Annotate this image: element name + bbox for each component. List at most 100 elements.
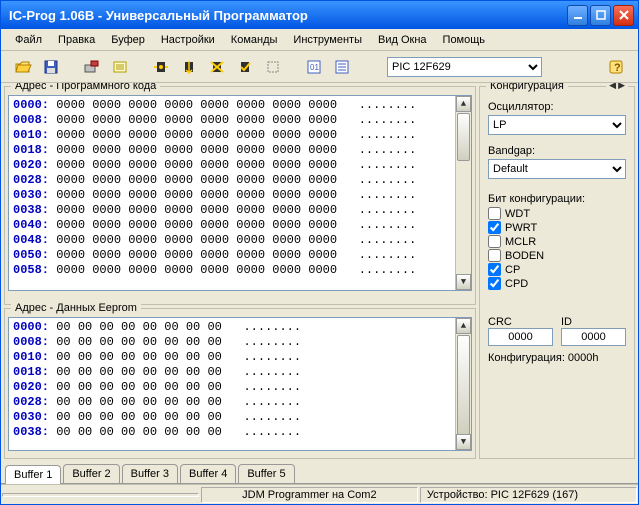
config-bit-checkbox[interactable]	[488, 235, 501, 248]
hex-row[interactable]: 0030: 0000 0000 0000 0000 0000 0000 0000…	[13, 188, 467, 203]
titlebar[interactable]: IC-Prog 1.06B - Универсальный Программат…	[1, 1, 638, 29]
hex-row[interactable]: 0020: 00 00 00 00 00 00 00 00 ........	[13, 380, 467, 395]
hex-row[interactable]: 0030: 00 00 00 00 00 00 00 00 ........	[13, 410, 467, 425]
program-scrollbar[interactable]: ▲▼	[455, 96, 471, 290]
verify-chip-icon[interactable]	[233, 55, 257, 79]
settings-icon[interactable]	[80, 55, 104, 79]
hex-row[interactable]: 0018: 0000 0000 0000 0000 0000 0000 0000…	[13, 143, 467, 158]
config-bit-cp[interactable]: CP	[488, 263, 626, 276]
menu-buffer[interactable]: Буфер	[103, 32, 153, 48]
hex-row[interactable]: 0010: 00 00 00 00 00 00 00 00 ........	[13, 350, 467, 365]
program-hex-pane[interactable]: ▲▼ 0000: 0000 0000 0000 0000 0000 0000 0…	[8, 95, 472, 291]
svg-text:?: ?	[614, 62, 621, 74]
config-bit-checkbox[interactable]	[488, 263, 501, 276]
buffer-tab-2[interactable]: Buffer 2	[63, 464, 119, 483]
hex-row[interactable]: 0040: 0000 0000 0000 0000 0000 0000 0000…	[13, 218, 467, 233]
config-footer: Конфигурация: 0000h	[488, 352, 626, 364]
config-bit-label: CPD	[505, 278, 528, 290]
buffer-tab-1[interactable]: Buffer 1	[5, 465, 61, 484]
config-bit-pwrt[interactable]: PWRT	[488, 221, 626, 234]
config-bit-label: CP	[505, 264, 520, 276]
menu-edit[interactable]: Правка	[50, 32, 103, 48]
blank-check-icon[interactable]	[261, 55, 285, 79]
config-bit-checkbox[interactable]	[488, 277, 501, 290]
options-icon[interactable]	[108, 55, 132, 79]
eeprom-hex-pane[interactable]: ▲▼ 0000: 00 00 00 00 00 00 00 00 .......…	[8, 317, 472, 451]
config-bit-label: PWRT	[505, 222, 537, 234]
program-groupbox: Адрес - Программного кода ▲▼ 0000: 0000 …	[4, 86, 476, 305]
open-icon[interactable]	[11, 55, 35, 79]
menu-file[interactable]: Файл	[7, 32, 50, 48]
read-chip-icon[interactable]	[149, 55, 173, 79]
nav-next-icon[interactable]: ▶	[618, 83, 625, 91]
config-bit-checkbox[interactable]	[488, 249, 501, 262]
oscillator-select[interactable]: LP	[488, 115, 626, 135]
buffer-tabs: Buffer 1 Buffer 2 Buffer 3 Buffer 4 Buff…	[1, 462, 638, 484]
hex-row[interactable]: 0000: 0000 0000 0000 0000 0000 0000 0000…	[13, 98, 467, 113]
config-bits-label: Бит конфигурации:	[488, 193, 626, 205]
help-icon[interactable]: ?	[604, 55, 628, 79]
buffer-tab-5[interactable]: Buffer 5	[238, 464, 294, 483]
hex-row[interactable]: 0050: 0000 0000 0000 0000 0000 0000 0000…	[13, 248, 467, 263]
program-title: Адрес - Программного кода	[11, 83, 160, 92]
config-bit-wdt[interactable]: WDT	[488, 207, 626, 220]
crc-input[interactable]	[488, 328, 553, 346]
config-title: Конфигурация	[486, 83, 568, 92]
config-bit-label: BODEN	[505, 250, 544, 262]
menu-tools[interactable]: Инструменты	[285, 32, 370, 48]
buffer-tab-3[interactable]: Buffer 3	[122, 464, 178, 483]
id-label: ID	[561, 316, 626, 328]
statusbar: JDM Programmer на Com2 Устройство: PIC 1…	[1, 484, 638, 504]
maximize-button[interactable]	[590, 5, 611, 26]
svg-text:01: 01	[310, 63, 319, 72]
config-nav[interactable]: ◀▶	[606, 83, 628, 91]
config-bit-checkbox[interactable]	[488, 221, 501, 234]
status-left	[2, 493, 199, 497]
view-code-icon[interactable]: 01	[302, 55, 326, 79]
window-title: IC-Prog 1.06B - Универсальный Программат…	[5, 8, 565, 23]
config-bit-label: MCLR	[505, 236, 536, 248]
id-input[interactable]	[561, 328, 626, 346]
hex-row[interactable]: 0048: 0000 0000 0000 0000 0000 0000 0000…	[13, 233, 467, 248]
nav-prev-icon[interactable]: ◀	[609, 83, 616, 91]
toolbar: 01 PIC 12F629 ?	[1, 51, 638, 83]
bandgap-select[interactable]: Default	[488, 159, 626, 179]
hex-row[interactable]: 0018: 00 00 00 00 00 00 00 00 ........	[13, 365, 467, 380]
hex-row[interactable]: 0020: 0000 0000 0000 0000 0000 0000 0000…	[13, 158, 467, 173]
config-groupbox: Конфигурация ◀▶ Осциллятор: LP Bandgap: …	[479, 86, 635, 459]
buffer-tab-4[interactable]: Buffer 4	[180, 464, 236, 483]
erase-chip-icon[interactable]	[205, 55, 229, 79]
hex-row[interactable]: 0028: 0000 0000 0000 0000 0000 0000 0000…	[13, 173, 467, 188]
bandgap-label: Bandgap:	[488, 145, 626, 157]
oscillator-label: Осциллятор:	[488, 101, 626, 113]
config-bit-mclr[interactable]: MCLR	[488, 235, 626, 248]
hex-row[interactable]: 0008: 0000 0000 0000 0000 0000 0000 0000…	[13, 113, 467, 128]
menu-commands[interactable]: Команды	[223, 32, 286, 48]
config-bit-boden[interactable]: BODEN	[488, 249, 626, 262]
view-asm-icon[interactable]	[330, 55, 354, 79]
menu-settings[interactable]: Настройки	[153, 32, 223, 48]
menubar: Файл Правка Буфер Настройки Команды Инст…	[1, 29, 638, 51]
config-bit-cpd[interactable]: CPD	[488, 277, 626, 290]
status-center: JDM Programmer на Com2	[201, 487, 418, 503]
hex-row[interactable]: 0028: 00 00 00 00 00 00 00 00 ........	[13, 395, 467, 410]
menu-view[interactable]: Вид Окна	[370, 32, 435, 48]
close-button[interactable]	[613, 5, 634, 26]
eeprom-title: Адрес - Данных Eeprom	[11, 302, 141, 314]
hex-row[interactable]: 0008: 00 00 00 00 00 00 00 00 ........	[13, 335, 467, 350]
crc-label: CRC	[488, 316, 553, 328]
eeprom-scrollbar[interactable]: ▲▼	[455, 318, 471, 450]
hex-row[interactable]: 0000: 00 00 00 00 00 00 00 00 ........	[13, 320, 467, 335]
device-select[interactable]: PIC 12F629	[387, 57, 542, 77]
content-area: Адрес - Программного кода ▲▼ 0000: 0000 …	[1, 83, 638, 462]
hex-row[interactable]: 0038: 0000 0000 0000 0000 0000 0000 0000…	[13, 203, 467, 218]
config-bit-checkbox[interactable]	[488, 207, 501, 220]
hex-row[interactable]: 0038: 00 00 00 00 00 00 00 00 ........	[13, 425, 467, 440]
save-icon[interactable]	[39, 55, 63, 79]
minimize-button[interactable]	[567, 5, 588, 26]
program-chip-icon[interactable]	[177, 55, 201, 79]
hex-row[interactable]: 0058: 0000 0000 0000 0000 0000 0000 0000…	[13, 263, 467, 278]
hex-row[interactable]: 0010: 0000 0000 0000 0000 0000 0000 0000…	[13, 128, 467, 143]
app-window: IC-Prog 1.06B - Универсальный Программат…	[0, 0, 639, 505]
menu-help[interactable]: Помощь	[435, 32, 494, 48]
